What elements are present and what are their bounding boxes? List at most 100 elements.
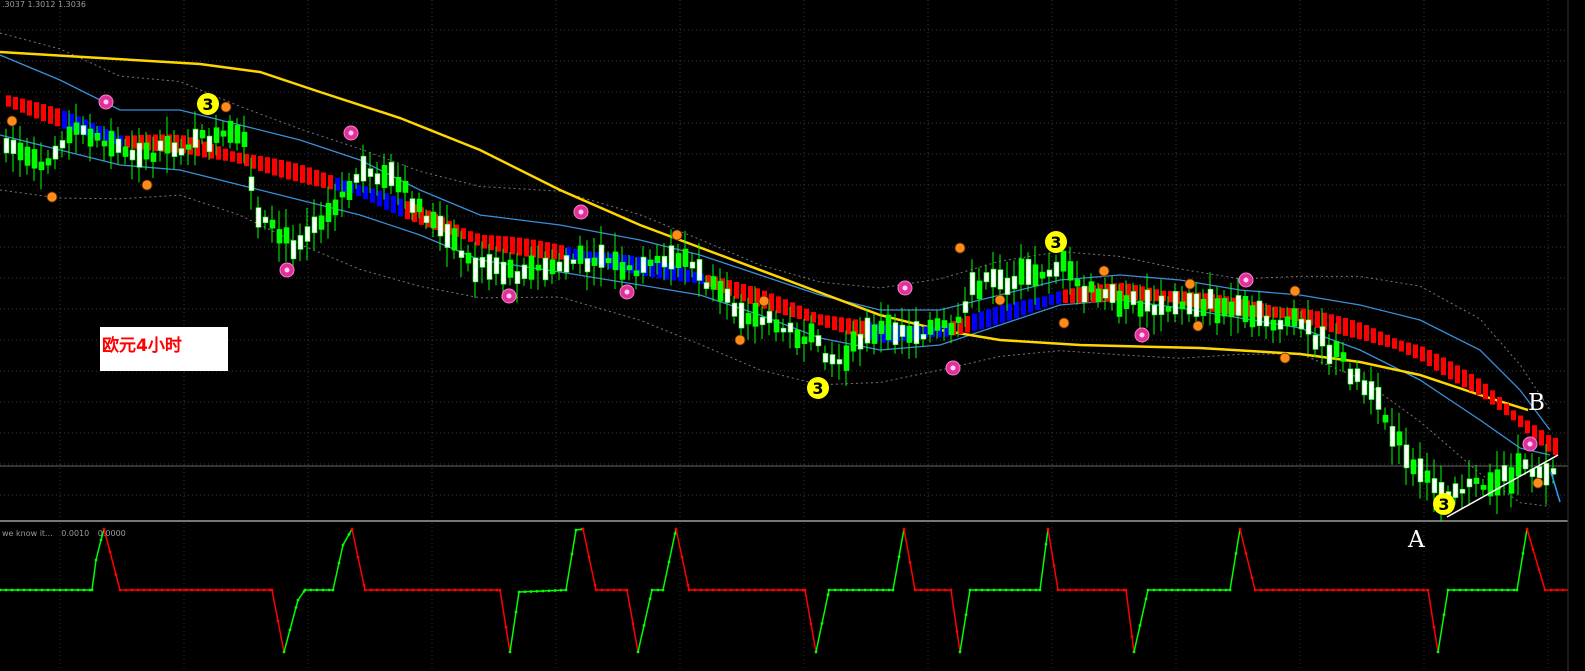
oscillator-point [1343,588,1347,592]
wave-3-badge-text: 3 [202,95,213,114]
trend-bar [272,158,277,176]
candle-body [1081,285,1088,303]
oscillator-segment [1427,589,1439,653]
candle-body [787,322,794,333]
fractal-badge [734,334,746,346]
candle-body [1466,478,1473,488]
oscillator-point [136,588,140,592]
oscillator-point [642,624,646,627]
trend-bar [1168,291,1173,303]
trend-bar [825,315,830,328]
price-chart[interactable]: 3 3 3 3 [0,0,1585,671]
candle-body [304,226,311,242]
candle-body [962,301,969,314]
candle-body [577,245,584,264]
oscillator-point [369,588,373,592]
oscillator-point [256,588,260,592]
candle-body [1361,380,1368,396]
trend-bar [1357,322,1362,340]
candle-body [115,138,122,153]
candle-body [1088,281,1095,293]
oscillator-point [1500,588,1504,592]
oscillator-point [214,588,218,592]
oscillator-point [0,588,2,592]
oscillator-point [1488,588,1492,592]
trend-bar [1371,328,1376,344]
fractal-badge [758,295,770,307]
oscillator-point [1194,588,1198,592]
candle-body [500,261,507,285]
oscillator-point [1555,588,1559,592]
candle-body [948,322,955,336]
candle-body [815,335,822,347]
trend-bar [104,129,109,142]
oscillator-point [857,588,861,592]
candle-body [157,140,164,151]
oscillator-point [1537,568,1541,572]
oscillator-point [296,598,300,602]
oscillator-segment [892,528,905,591]
oscillator-point [1403,588,1407,592]
candle-body [479,257,486,268]
oscillator-point [980,588,984,592]
fractal-badge [141,179,153,191]
projection-line [1550,471,1561,503]
oscillator-point [535,589,539,593]
candle-body [325,203,332,222]
oscillator-point [1110,588,1114,592]
oscillator-point [723,588,727,592]
annotation-box[interactable]: 欧元4小时 [100,327,228,371]
trend-bar [1518,415,1523,428]
candle-body [416,198,423,213]
candle-body [80,125,87,136]
candle-body [647,259,654,267]
candle-body [1011,275,1018,290]
candle-body [871,324,878,344]
trend-bar [832,316,837,331]
oscillator-point [631,622,635,626]
oscillator-point [375,588,379,592]
oscillator-point [863,588,867,592]
oscillator-segment [959,589,971,653]
trend-bar [503,236,508,254]
oscillator-point [118,588,122,592]
candle-body [1494,469,1501,496]
candle-body [1340,352,1347,362]
oscillator-point [341,543,345,547]
trend-bar [1364,325,1369,341]
chart-window[interactable]: 3 3 3 3 .3037 1.3012 1.3036 we know it... 0… [0,0,1585,671]
candle-body [290,240,297,260]
trend-bar [398,198,403,217]
oscillator-point [1212,588,1216,592]
trend-bar [1336,316,1341,335]
oscillator-point [968,588,972,592]
candle-body [626,265,633,271]
oscillator-point [1034,588,1038,592]
oscillator-point [471,588,475,592]
trend-bar [818,314,823,326]
candle-body [605,258,612,264]
trend-bar [1483,383,1488,400]
candle-body [94,133,101,141]
oscillator-point [82,588,86,592]
oscillator-point [1494,588,1498,592]
oscillator-point [294,606,298,609]
trend-bar [244,153,249,167]
oscillator-point [955,629,959,633]
oscillator-point [347,532,351,536]
candle-body [976,280,983,300]
candle-body [1179,301,1186,310]
trend-bar [293,163,298,182]
trend-bar [1413,344,1418,359]
candle-body [1165,306,1172,312]
candle-body [1144,289,1151,312]
oscillator-point [495,588,499,592]
candle-body [836,359,843,365]
candle-body [31,149,38,169]
candle-body [1403,444,1410,469]
trend-bar [496,235,501,252]
oscillator-point [315,588,319,592]
candle-body [822,353,829,363]
oscillator-segment [815,589,830,653]
trend-bar [258,155,263,172]
